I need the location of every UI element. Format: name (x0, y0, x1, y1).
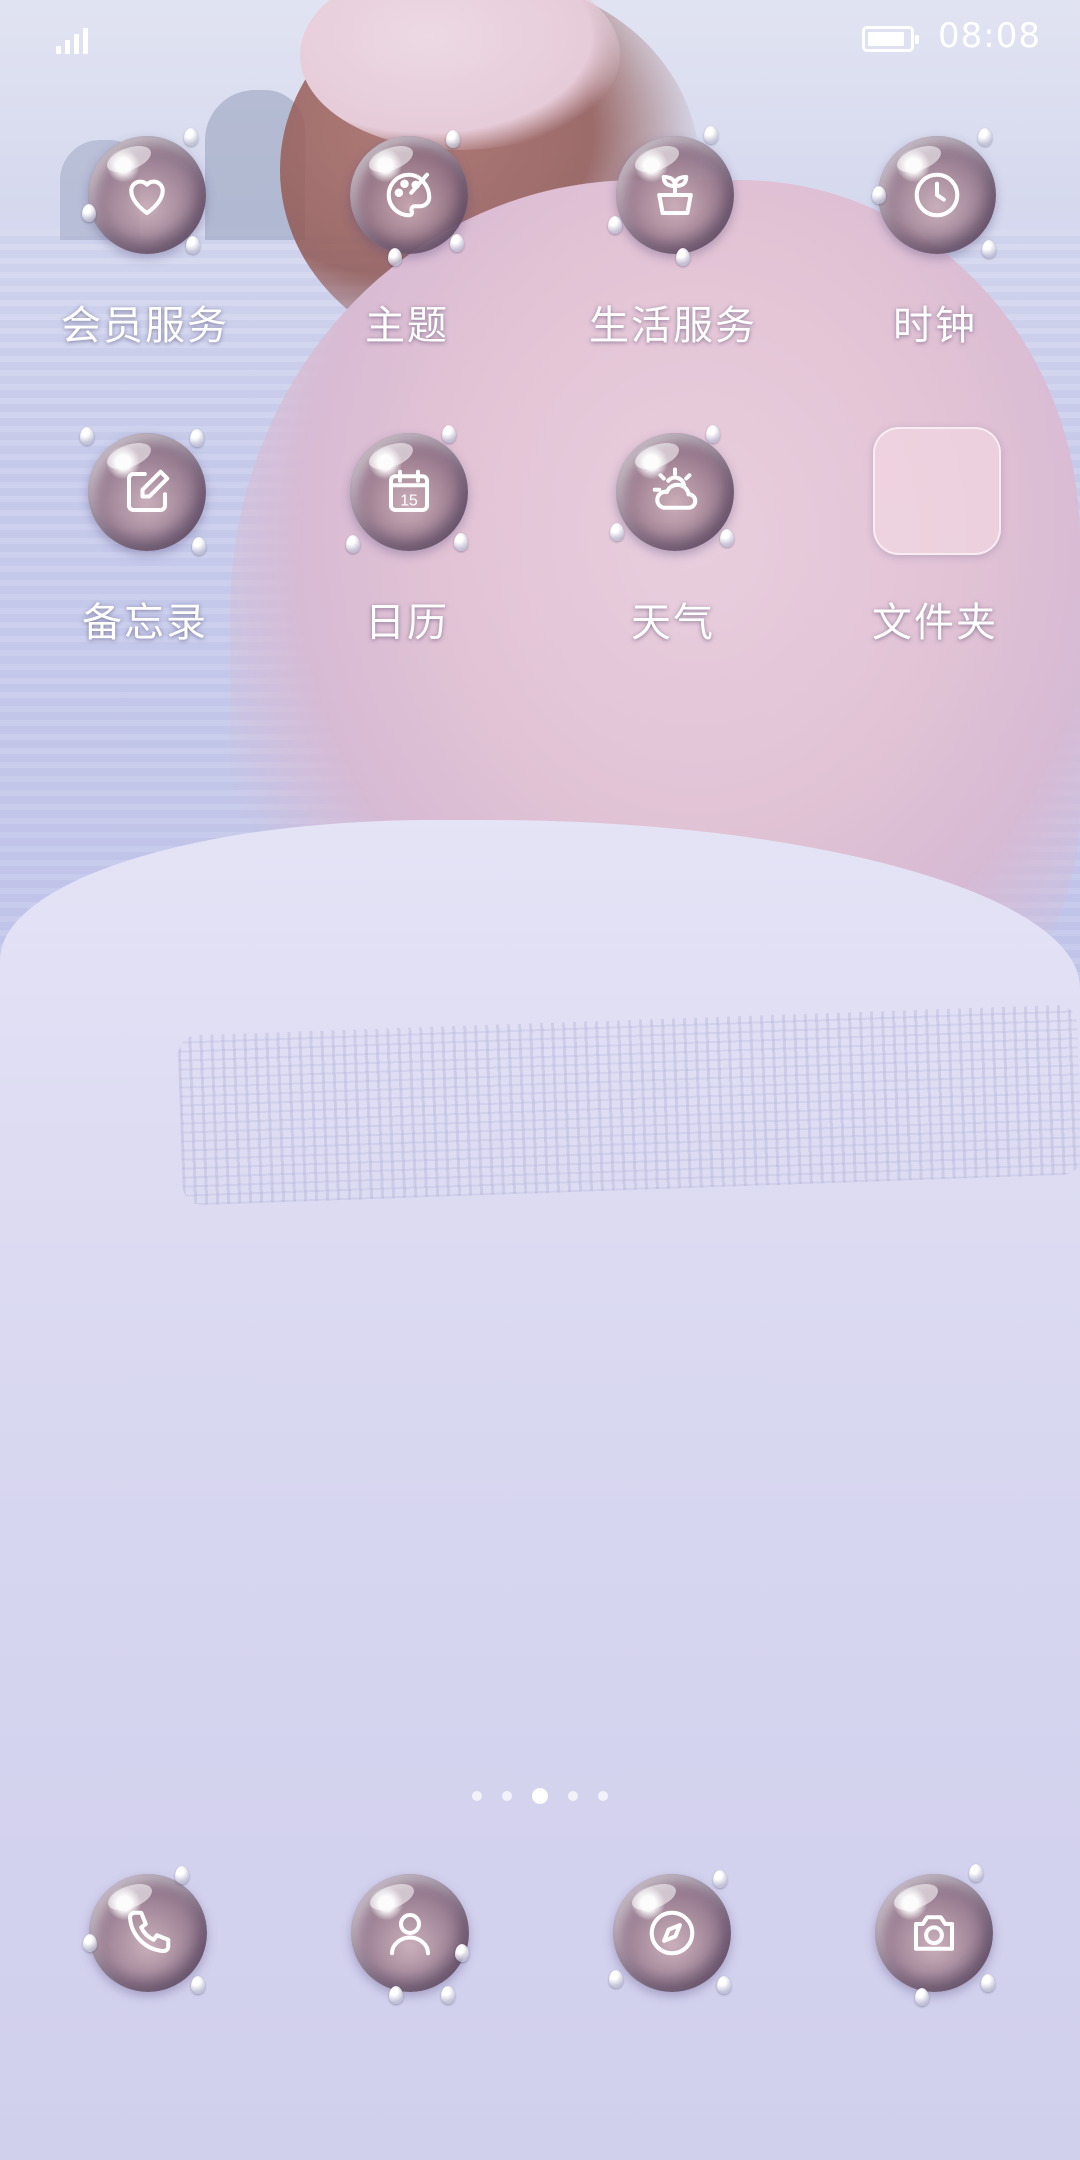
clock-icon (872, 128, 996, 258)
dock-browser[interactable] (607, 1868, 737, 1998)
app-calendar[interactable]: 15 日历 (287, 425, 527, 685)
app-clock[interactable]: 时钟 (815, 128, 1055, 388)
page-dot[interactable] (502, 1791, 512, 1801)
svg-text:15: 15 (400, 493, 418, 510)
weather-icon (610, 425, 734, 551)
page-dot[interactable] (568, 1791, 578, 1801)
app-label: 文件夹 (872, 600, 998, 646)
page-dot[interactable] (598, 1791, 608, 1801)
heart-icon (82, 128, 206, 254)
calendar-icon: 15 (346, 425, 468, 553)
page-dot[interactable] (472, 1791, 482, 1801)
status-bar: 08:08 (0, 0, 1080, 80)
app-life-service[interactable]: 生活服务 (553, 126, 793, 388)
app-label: 生活服务 (589, 303, 757, 349)
browser-icon (609, 1870, 731, 1994)
contacts-icon (351, 1874, 469, 2004)
app-label: 日历 (365, 600, 449, 646)
app-label: 时钟 (893, 303, 977, 349)
page-indicator[interactable] (0, 1786, 1080, 1806)
app-theme[interactable]: 主题 (287, 128, 527, 388)
sprout-icon (608, 126, 734, 266)
note-edit-icon (80, 427, 206, 555)
app-weather[interactable]: 天气 (553, 425, 793, 685)
app-folder[interactable]: 文件夹 (815, 425, 1055, 685)
camera-icon (875, 1864, 995, 2006)
app-label: 天气 (631, 600, 715, 646)
dock-contacts[interactable] (345, 1868, 475, 2004)
dock-camera[interactable] (869, 1864, 999, 2006)
dock-phone[interactable] (83, 1866, 213, 1998)
signal-icon (56, 24, 94, 54)
folder-icon (873, 427, 1001, 555)
phone-icon (83, 1866, 207, 1994)
battery-icon (862, 26, 919, 52)
app-label: 会员服务 (61, 303, 229, 349)
palette-icon (350, 130, 468, 266)
app-notes[interactable]: 备忘录 (25, 425, 265, 685)
app-label: 主题 (365, 303, 449, 349)
app-member-service[interactable]: 会员服务 (25, 128, 265, 388)
status-time: 08:08 (938, 16, 1041, 56)
page-dot-active[interactable] (532, 1788, 548, 1804)
app-label: 备忘录 (82, 600, 208, 646)
